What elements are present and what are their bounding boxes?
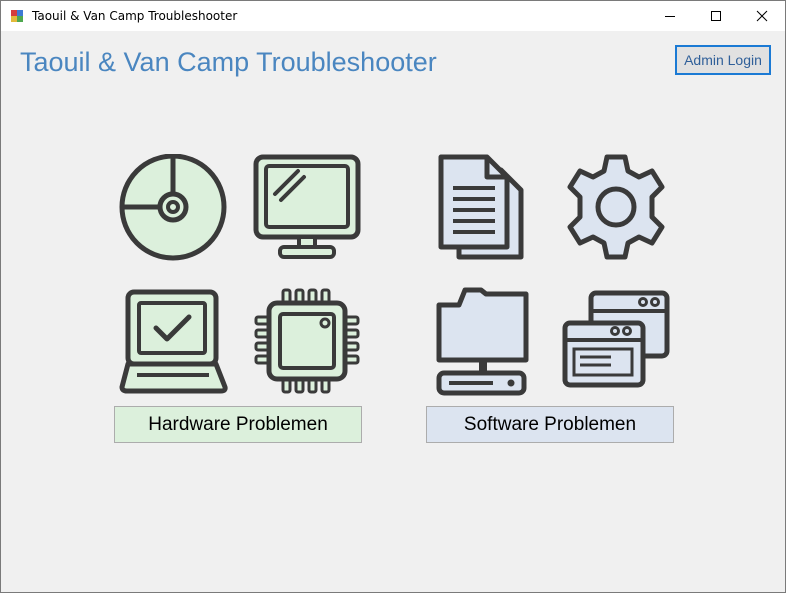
close-button[interactable] xyxy=(739,1,785,31)
laptop-check-icon xyxy=(119,289,228,394)
close-icon xyxy=(756,10,768,22)
cd-disc-icon xyxy=(119,154,227,261)
monitor-icon xyxy=(253,154,361,259)
hardware-problems-button[interactable]: Hardware Problemen xyxy=(114,406,362,443)
window-title: Taouil & Van Camp Troubleshooter xyxy=(32,9,238,23)
main-window: Taouil & Van Camp Troubleshooter Taouil … xyxy=(0,0,786,593)
minimize-button[interactable] xyxy=(647,1,693,31)
network-folder-icon xyxy=(436,287,529,396)
app-windows-icon xyxy=(562,290,670,388)
page-title: Taouil & Van Camp Troubleshooter xyxy=(20,47,437,77)
admin-login-button[interactable]: Admin Login xyxy=(675,45,771,75)
maximize-icon xyxy=(711,11,721,21)
cpu-chip-icon xyxy=(254,288,360,394)
title-bar[interactable]: Taouil & Van Camp Troubleshooter xyxy=(1,1,785,31)
documents-icon xyxy=(438,154,524,260)
app-icon xyxy=(10,9,24,23)
maximize-button[interactable] xyxy=(693,1,739,31)
minimize-icon xyxy=(665,16,675,17)
gear-icon xyxy=(567,154,665,260)
software-problems-button[interactable]: Software Problemen xyxy=(426,406,674,443)
